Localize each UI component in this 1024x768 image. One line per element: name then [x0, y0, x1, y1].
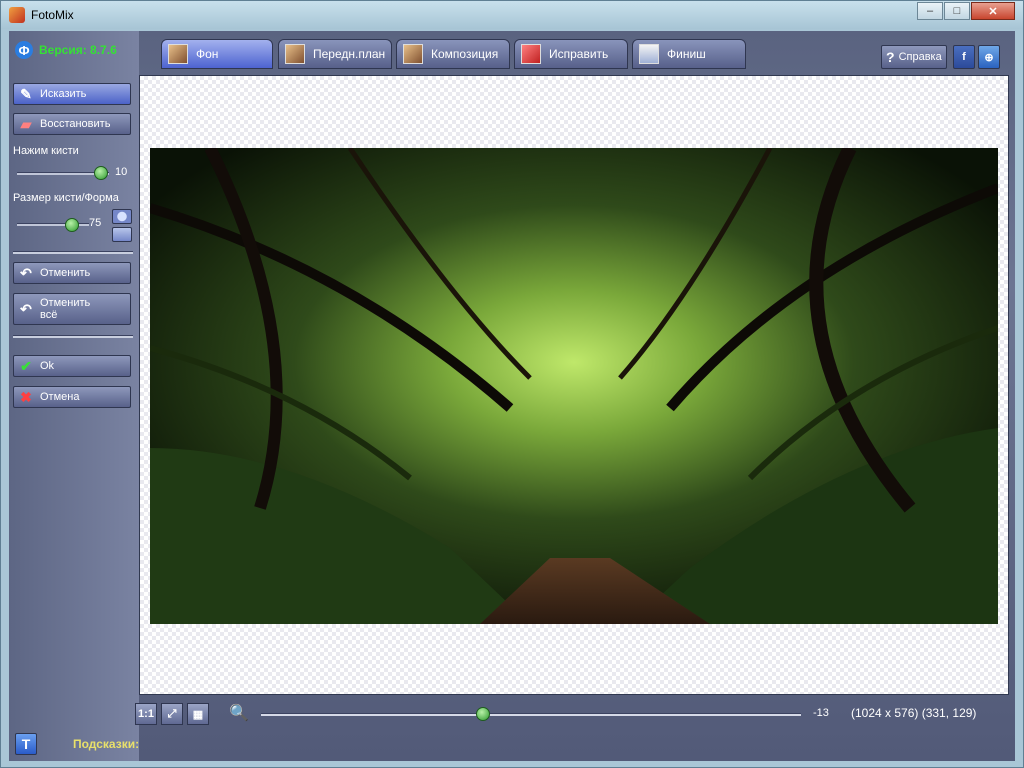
help-label: Справка [898, 51, 942, 63]
zoom-value: -13 [813, 707, 829, 719]
restore-label: Восстановить [40, 118, 111, 130]
zoom-knob[interactable] [476, 707, 491, 721]
bottom-toolbar: 1:1 ⤢ ▦ 🔍 -13 (1024 x 576) (331, 129) [133, 701, 1013, 727]
close-button[interactable]: ✕ [971, 2, 1015, 20]
globe-icon[interactable]: ⊕ [978, 45, 1000, 69]
tab-label: Финиш [667, 47, 706, 61]
client-area: Ф Версия: 8.7.6 ✎ Исказить ▰ Восстановит… [9, 31, 1015, 761]
tab-fix[interactable]: Исправить [514, 39, 628, 69]
composition-tab-icon [403, 44, 423, 64]
help-button[interactable]: ? Справка [881, 45, 947, 69]
undo-all-label: Отменить всё [40, 297, 91, 321]
distort-label: Исказить [40, 88, 87, 100]
distort-button[interactable]: ✎ Исказить [13, 83, 131, 105]
size-value: 75 [89, 217, 102, 229]
undo-all-button[interactable]: ↶ Отменить всё [13, 293, 131, 325]
cross-icon: ✖ [20, 388, 32, 405]
grid-icon[interactable]: ▦ [187, 703, 209, 725]
hints-label: Подсказки: [73, 737, 140, 751]
tab-finish[interactable]: Финиш [632, 39, 746, 69]
hints-toggle-button[interactable]: T [15, 733, 37, 755]
divider [13, 251, 133, 254]
round-brush-button[interactable] [112, 209, 132, 224]
tab-composition[interactable]: Композиция [396, 39, 510, 69]
brush-icon: ✎ [20, 85, 32, 102]
question-icon: ? [886, 49, 895, 65]
divider [13, 335, 133, 338]
brush-tab-icon [521, 44, 541, 64]
undo-all-icon: ↶ [20, 300, 32, 317]
size-knob[interactable] [65, 218, 79, 232]
tab-label: Исправить [549, 47, 609, 61]
checkmark-icon: ✔ [20, 357, 32, 374]
window-title: FotoMix [31, 8, 74, 22]
pressure-label: Нажим кисти [13, 145, 79, 157]
window-controls: – □ ✕ [917, 2, 1015, 20]
undo-label: Отменить [40, 267, 91, 279]
fit-to-window-icon[interactable]: ⤢ [161, 703, 183, 725]
tab-background[interactable]: Фон [161, 39, 273, 69]
canvas-area[interactable] [139, 75, 1009, 695]
tab-label: Передн.план [313, 47, 386, 61]
ok-button[interactable]: ✔ Ok [13, 355, 131, 377]
app-logo-icon: Ф [15, 41, 33, 59]
app-icon [9, 7, 25, 23]
actual-size-button[interactable]: 1:1 [135, 703, 157, 725]
zoom-track[interactable] [261, 713, 801, 716]
size-label: Размер кисти/Форма [13, 192, 119, 204]
maximize-button[interactable]: □ [944, 2, 970, 20]
magnifier-icon: 🔍 [229, 705, 249, 722]
title-bar: FotoMix – □ ✕ [1, 1, 1023, 29]
cancel-label: Отмена [40, 391, 80, 403]
eraser-icon: ▰ [20, 115, 32, 132]
background-tab-icon [168, 44, 188, 64]
pressure-value: 10 [115, 166, 128, 178]
ok-label: Ok [40, 360, 55, 372]
restore-button[interactable]: ▰ Восстановить [13, 113, 131, 135]
tab-label: Композиция [431, 47, 499, 61]
foreground-tab-icon [285, 44, 305, 64]
minimize-button[interactable]: – [917, 2, 943, 20]
tab-foreground[interactable]: Передн.план [278, 39, 392, 69]
version-row: Ф Версия: 8.7.6 [15, 41, 117, 59]
undo-icon: ↶ [20, 264, 32, 281]
tab-label: Фон [196, 47, 219, 61]
finish-tab-icon [639, 44, 659, 64]
pressure-knob[interactable] [93, 166, 108, 180]
image-info: (1024 x 576) (331, 129) [851, 706, 977, 720]
sidebar: Ф Версия: 8.7.6 ✎ Исказить ▰ Восстановит… [9, 31, 139, 761]
undo-button[interactable]: ↶ Отменить [13, 262, 131, 284]
app-window: FotoMix – □ ✕ Ф Версия: 8.7.6 ✎ Исказить… [0, 0, 1024, 768]
cancel-button[interactable]: ✖ Отмена [13, 386, 131, 408]
square-brush-button[interactable] [112, 227, 132, 242]
facebook-icon[interactable]: f [953, 45, 975, 69]
version-text: Версия: 8.7.6 [39, 43, 117, 57]
image-preview[interactable] [150, 148, 998, 624]
